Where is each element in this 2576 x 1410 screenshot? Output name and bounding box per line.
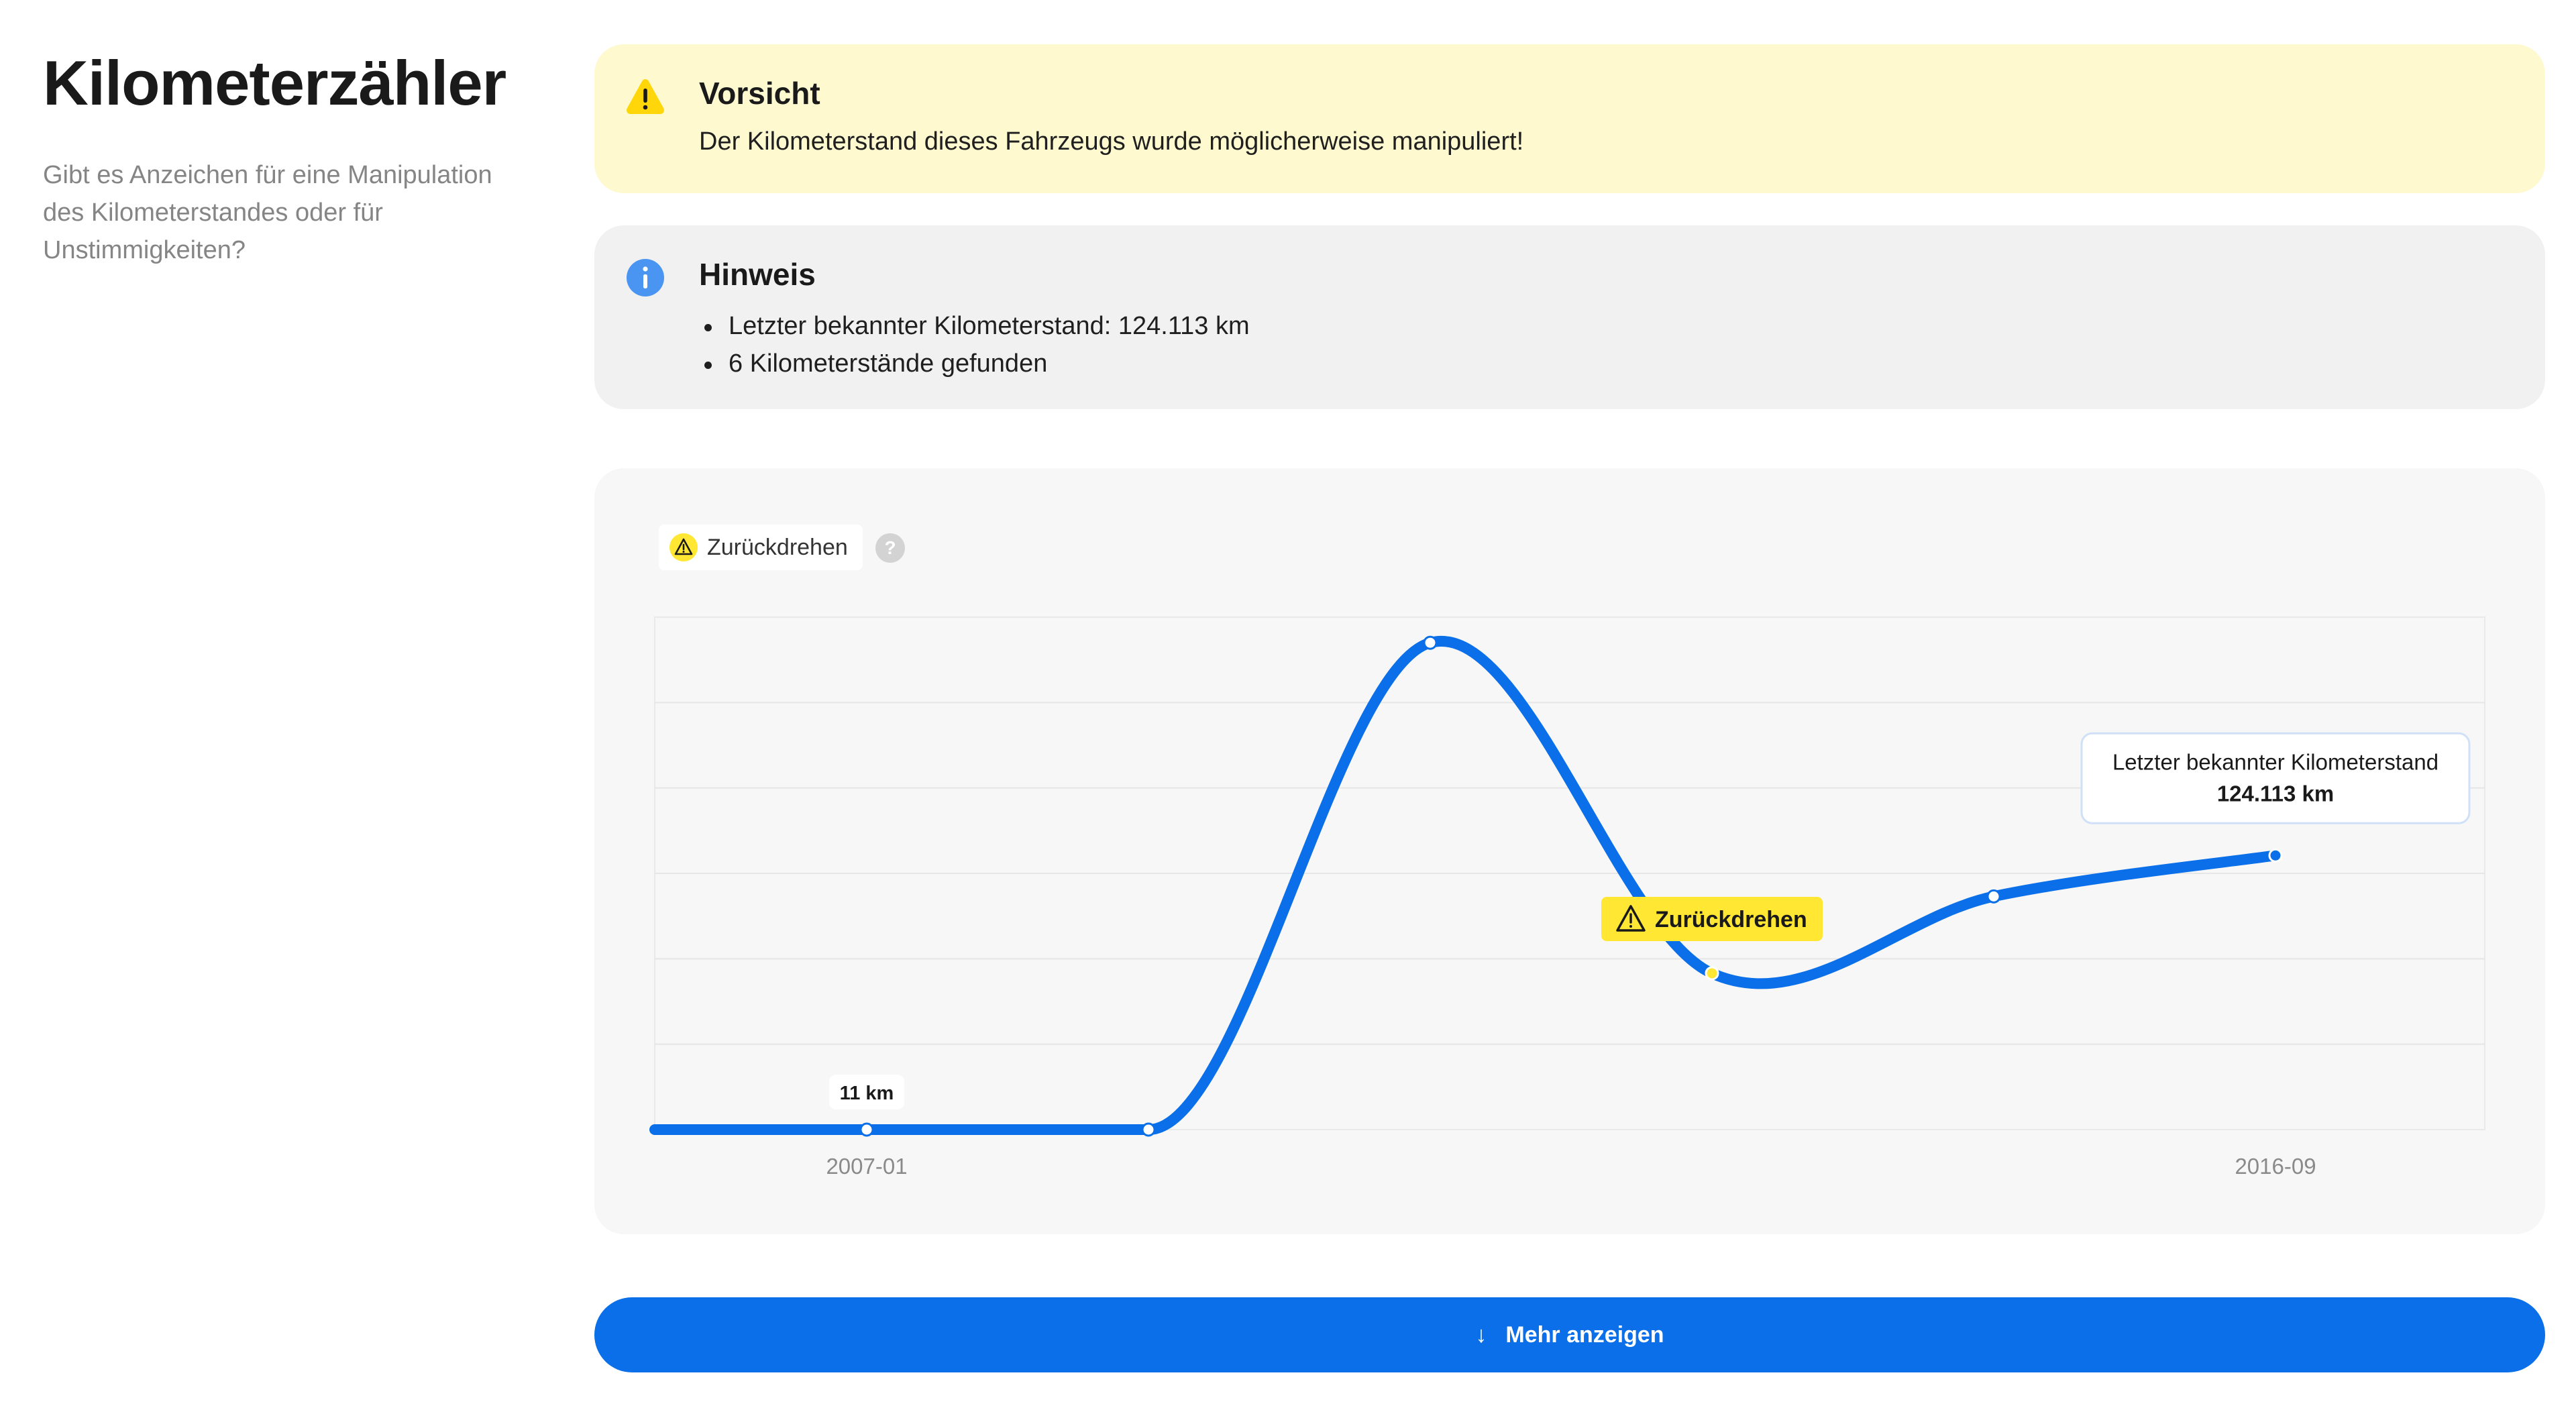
data-point[interactable]: [1141, 1122, 1156, 1137]
info-title: Hinweis: [699, 257, 816, 292]
svg-text:11 km: 11 km: [840, 1083, 894, 1104]
warning-triangle-icon: [627, 79, 664, 114]
show-more-label: Mehr anzeigen: [1505, 1321, 1664, 1348]
data-point[interactable]: [859, 1122, 874, 1137]
odometer-line-chart: 2007-01 2016-09 11 km Zurückdrehen Letzter b…: [649, 616, 2485, 1179]
last-reading-tooltip: Letzter bekannter Kilometerstand 124.113 …: [2080, 732, 2471, 824]
hint-item: Letzter bekannter Kilometerstand: 124.11…: [699, 307, 1250, 345]
x-tick-label: 2007-01: [826, 1154, 907, 1179]
info-circle-icon: [627, 259, 664, 296]
rollback-flag: Zurückdrehen: [1601, 896, 1823, 941]
warning-title: Vorsicht: [699, 76, 820, 111]
odometer-chart-card: Zurückdrehen ? 2007-01 2016-09 11 km Zurück…: [594, 468, 2545, 1234]
info-alert: Hinweis Letzter bekannter Kilometerstand…: [594, 225, 2545, 409]
svg-text:Zurückdrehen: Zurückdrehen: [1655, 907, 1807, 932]
tooltip-title: Letzter bekannter Kilometerstand: [2112, 749, 2438, 774]
data-point[interactable]: [1986, 889, 2001, 904]
warning-text: Der Kilometerstand dieses Fahrzeugs wurd…: [699, 127, 1524, 156]
data-point[interactable]: [2268, 848, 2283, 863]
page: Kilometerzähler Gibt es Anzeichen für ei…: [0, 0, 2576, 1410]
warning-alert: Vorsicht Der Kilometerstand dieses Fahrz…: [594, 44, 2545, 193]
data-point[interactable]: [1423, 635, 1438, 650]
chart-grid: [654, 616, 2485, 1130]
page-subtitle: Gibt es Anzeichen für eine Manipulation …: [43, 161, 492, 265]
section-header: Kilometerzähler Gibt es Anzeichen für ei…: [43, 48, 553, 269]
value-label: 11 km: [829, 1075, 904, 1109]
hint-item: 6 Kilometerstände gefunden: [699, 345, 1250, 382]
hint-list: Letzter bekannter Kilometerstand: 124.11…: [699, 307, 1250, 382]
arrow-down-icon: ↓: [1475, 1321, 1487, 1348]
tooltip-value: 124.113 km: [2217, 781, 2334, 806]
data-point[interactable]: [1705, 966, 1719, 981]
odometer-series-line: [649, 635, 2281, 1136]
page-title: Kilometerzähler: [43, 48, 506, 118]
show-more-button[interactable]: ↓ Mehr anzeigen: [594, 1297, 2545, 1372]
alerts: Vorsicht Der Kilometerstand dieses Fahrz…: [594, 44, 2545, 409]
x-tick-label: 2016-09: [2235, 1154, 2316, 1179]
